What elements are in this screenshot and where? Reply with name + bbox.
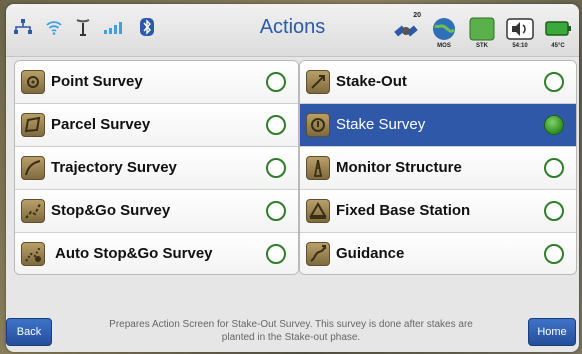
action-stake-out[interactable]: Stake-Out (300, 61, 576, 104)
action-label: Auto Stop&Go Survey (55, 245, 213, 262)
globe-icon (433, 18, 455, 40)
action-label: Monitor Structure (336, 159, 462, 176)
home-button[interactable]: Home (528, 318, 576, 346)
action-stake-survey[interactable]: Stake Survey (300, 104, 576, 147)
temperature-label: 45°C (551, 43, 565, 49)
gnss-status-icons: 20 MOS STK 54:10 45°C (391, 12, 573, 49)
action-radio[interactable] (266, 158, 286, 178)
volume-status[interactable]: 54:10 (505, 16, 535, 49)
mode-status[interactable]: MOS (429, 16, 459, 49)
satellite-status[interactable]: 20 (391, 12, 421, 46)
action-label: Point Survey (51, 73, 143, 90)
auto-stop-go-survey-icon (21, 242, 45, 266)
battery-status[interactable]: 45°C (543, 16, 573, 49)
action-stop-go-survey[interactable]: Stop&Go Survey (15, 190, 298, 233)
action-label: Stop&Go Survey (51, 202, 171, 219)
action-fixed-base-station[interactable]: Fixed Base Station (300, 190, 576, 233)
survey-actions-list: Point Survey Parcel Survey Trajectory Su… (14, 60, 299, 275)
action-description: Prepares Action Screen for Stake-Out Sur… (109, 319, 473, 343)
survey-status[interactable]: STK (467, 16, 497, 49)
action-radio[interactable] (544, 72, 564, 92)
trajectory-survey-icon (21, 156, 45, 180)
action-radio-selected[interactable] (544, 115, 564, 135)
action-radio[interactable] (266, 201, 286, 221)
action-label: Parcel Survey (51, 116, 151, 133)
action-label: Stake-Out (336, 73, 407, 90)
mode-label: MOS (437, 43, 451, 49)
action-radio[interactable] (266, 244, 286, 264)
action-parcel-survey[interactable]: Parcel Survey (15, 104, 298, 147)
action-label: Trajectory Survey (51, 159, 177, 176)
stake-survey-icon (306, 113, 330, 137)
survey-mode-label: STK (476, 43, 488, 49)
point-survey-icon (21, 70, 45, 94)
footer: Prepares Action Screen for Stake-Out Sur… (6, 276, 579, 352)
action-point-survey[interactable]: Point Survey (15, 61, 298, 104)
stake-out-icon (306, 70, 330, 94)
guidance-icon (306, 242, 330, 266)
action-radio[interactable] (544, 201, 564, 221)
volume-icon (506, 18, 534, 40)
action-label: Stake Survey (336, 116, 426, 133)
fixed-base-station-icon (306, 199, 330, 223)
action-trajectory-survey[interactable]: Trajectory Survey (15, 147, 298, 190)
action-radio[interactable] (266, 115, 286, 135)
action-guidance[interactable]: Guidance (300, 233, 576, 274)
monitor-structure-icon (306, 156, 330, 180)
stake-actions-list: Stake-Out Stake Survey Monitor Structure… (299, 60, 577, 275)
action-monitor-structure[interactable]: Monitor Structure (300, 147, 576, 190)
actions-panel: Actions 20 MOS STK 54:10 45°C Point Surv… (6, 4, 579, 352)
time-label: 54:10 (512, 43, 528, 49)
action-radio[interactable] (544, 158, 564, 178)
status-bar: Actions 20 MOS STK 54:10 45°C (6, 4, 579, 57)
action-label: Guidance (336, 245, 405, 262)
action-label: Fixed Base Station (336, 202, 471, 219)
satellite-icon (394, 25, 418, 37)
action-radio[interactable] (544, 244, 564, 264)
back-button[interactable]: Back (6, 318, 52, 346)
action-radio[interactable] (266, 72, 286, 92)
action-auto-stop-go-survey[interactable]: Auto Stop&Go Survey (15, 233, 298, 274)
survey-mode-icon (469, 17, 495, 41)
battery-icon (545, 21, 571, 36)
stop-go-survey-icon (21, 199, 45, 223)
parcel-survey-icon (21, 113, 45, 137)
satellite-count: 20 (413, 12, 421, 19)
